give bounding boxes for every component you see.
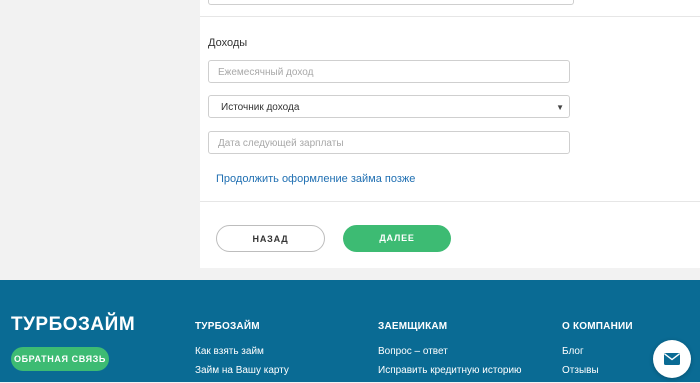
income-source-select[interactable]: Источник дохода ▼ [208,95,570,118]
previous-field-bottom[interactable] [208,0,574,5]
mail-chat-button[interactable] [653,340,691,378]
monthly-income-placeholder: Ежемесячный доход [218,67,314,78]
back-button[interactable]: НАЗАД [216,225,325,252]
footer-link-reviews[interactable]: Отзывы [562,365,633,376]
footer: ТУРБОЗАЙМ ОБРАТНАЯ СВЯЗЬ ТУРБОЗАЙМ Как в… [0,280,700,382]
section-divider [200,16,700,17]
income-source-value: Источник дохода [221,102,300,113]
footer-column-company: О КОМПАНИИ Блог Отзывы [562,321,633,376]
footer-column-title: ЗАЕМЩИКАМ [378,321,448,332]
caret-down-icon: ▼ [556,103,564,112]
feedback-button[interactable]: ОБРАТНАЯ СВЯЗЬ [11,347,109,371]
footer-column-turbozaim: ТУРБОЗАЙМ Как взять займ Займ на Вашу ка… [195,321,289,376]
footer-link-loan-to-card[interactable]: Займ на Вашу карту [195,365,289,376]
footer-link-blog[interactable]: Блог [562,346,633,357]
income-section-title: Доходы [208,37,248,49]
buttons-divider [200,201,700,202]
footer-column-title: ТУРБОЗАЙМ [195,321,260,332]
envelope-icon [664,353,680,365]
footer-link-fix-credit-history[interactable]: Исправить кредитную историю [378,365,522,376]
monthly-income-input[interactable]: Ежемесячный доход [208,60,570,83]
next-button[interactable]: ДАЛЕЕ [343,225,451,252]
next-salary-date-input[interactable]: Дата следующей зарплаты [208,131,570,154]
footer-column-borrowers: ЗАЕМЩИКАМ Вопрос – ответ Исправить креди… [378,321,522,376]
footer-logo[interactable]: ТУРБОЗАЙМ [11,314,135,336]
footer-link-faq[interactable]: Вопрос – ответ [378,346,522,357]
next-salary-placeholder: Дата следующей зарплаты [218,138,344,149]
continue-later-link[interactable]: Продолжить оформление займа позже [216,173,415,185]
footer-link-how-to-borrow[interactable]: Как взять займ [195,346,289,357]
footer-column-title: О КОМПАНИИ [562,321,633,332]
form-card: Доходы Ежемесячный доход Источник дохода… [200,0,700,268]
